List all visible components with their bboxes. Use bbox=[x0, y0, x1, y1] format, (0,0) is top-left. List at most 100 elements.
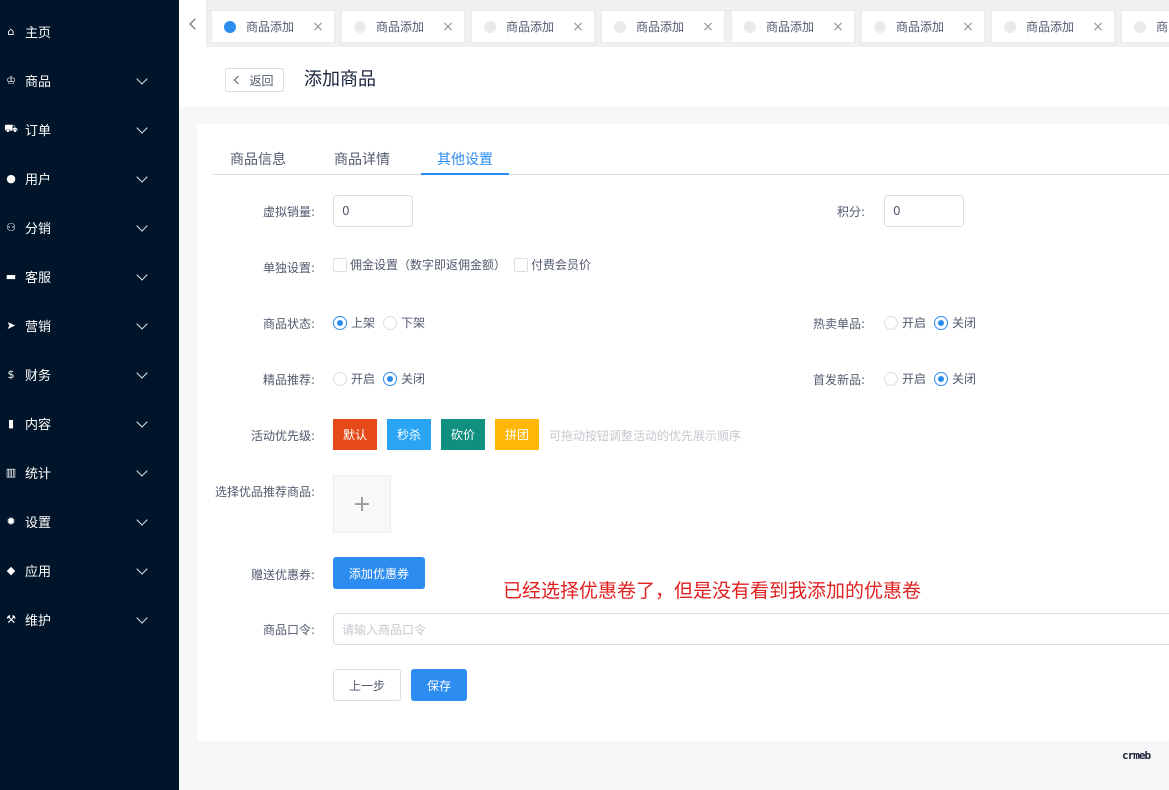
product-status-radio-group: 上架 下架 bbox=[333, 314, 433, 331]
chevron-left-icon bbox=[234, 75, 243, 85]
sidebar-item-7[interactable]: $ 财务 bbox=[0, 350, 179, 399]
tab-status-dot bbox=[484, 20, 496, 33]
wrench-icon: ⚒ bbox=[6, 613, 16, 626]
home-icon: ⌂ bbox=[7, 25, 15, 38]
hot-item-off-radio[interactable]: 关闭 bbox=[934, 314, 976, 331]
sidebar-item-12[interactable]: ⚒ 维护 bbox=[0, 595, 179, 644]
close-icon[interactable]: × bbox=[827, 19, 849, 35]
previous-step-button[interactable]: 上一步 bbox=[333, 669, 401, 701]
radio-circle bbox=[934, 315, 949, 330]
sidebar-item-label: 用户 bbox=[25, 173, 52, 188]
close-icon[interactable]: × bbox=[307, 19, 329, 35]
product-command-input[interactable]: 请输入商品口令 bbox=[333, 613, 1169, 645]
tab-label: 商品添加 bbox=[766, 20, 815, 34]
chevron-down-icon bbox=[136, 268, 148, 281]
sidebar-item-2[interactable]: ⛟ 订单 bbox=[0, 105, 179, 154]
recommend-goods-label: 选择优品推荐商品: bbox=[214, 485, 315, 499]
featured-off-radio[interactable]: 关闭 bbox=[383, 370, 425, 387]
commission-checkbox[interactable]: 佣金设置（数字即返佣金额） bbox=[333, 256, 506, 273]
sidebar-item-10[interactable]: ✹ 设置 bbox=[0, 497, 179, 546]
radio-circle bbox=[884, 315, 898, 330]
add-recommend-goods-button[interactable]: + bbox=[333, 475, 391, 533]
crmeb-logo: crmeb bbox=[1122, 749, 1151, 762]
status-on-shelf-radio[interactable]: 上架 bbox=[333, 314, 375, 331]
tab-status-dot bbox=[614, 20, 626, 33]
sidebar: ⌂ 主页 ♔ 商品 ⛟ 订单 ● 用户 ⚇ 分销 ▬ 客服 ➤ 营销 $ 财务 ▮ 内容 ▥ 统计 ✹ 设置 ◆ 应用 ⚒ 维护 bbox=[0, 0, 179, 790]
tab-bar: 商品添加×商品添加×商品添加×商品添加×商品添加×商品添加×商品添加×商品添加× bbox=[179, 0, 1169, 47]
sidebar-item-label: 分销 bbox=[25, 222, 52, 237]
hot-item-label: 热卖单品: bbox=[812, 317, 865, 331]
chevron-down-icon bbox=[136, 121, 148, 134]
sidebar-item-label: 应用 bbox=[25, 565, 52, 580]
priority-group-buy-button[interactable]: 拼团 bbox=[495, 419, 539, 450]
radio-label: 开启 bbox=[902, 316, 927, 330]
checkbox-box bbox=[514, 257, 528, 272]
save-button[interactable]: 保存 bbox=[411, 669, 467, 701]
back-button[interactable]: 返回 bbox=[225, 68, 284, 92]
user-annotation: 已经选择优惠卷了，但是没有看到我添加的优惠卷 bbox=[503, 580, 922, 602]
points-label: 积分: bbox=[836, 205, 865, 219]
status-off-shelf-radio[interactable]: 下架 bbox=[383, 314, 425, 331]
points-input[interactable]: 0 bbox=[884, 195, 964, 227]
product-command-label: 商品口令: bbox=[262, 623, 315, 637]
close-icon[interactable]: × bbox=[567, 19, 589, 35]
tab-status-dot bbox=[1134, 20, 1146, 33]
featured-label: 精品推荐: bbox=[262, 373, 315, 387]
page-tab-2[interactable]: 商品添加 × bbox=[471, 10, 595, 43]
page-tab-6[interactable]: 商品添加 × bbox=[991, 10, 1115, 43]
sidebar-item-9[interactable]: ▥ 统计 bbox=[0, 448, 179, 497]
close-icon[interactable]: × bbox=[697, 19, 719, 35]
sidebar-item-3[interactable]: ● 用户 bbox=[0, 154, 179, 203]
tab-status-dot bbox=[744, 20, 756, 33]
page-tab-7[interactable]: 商品添加× bbox=[1121, 10, 1169, 43]
priority-default-button[interactable]: 默认 bbox=[333, 419, 377, 450]
radio-label: 下架 bbox=[401, 316, 426, 330]
back-button-label: 返回 bbox=[249, 73, 274, 88]
close-icon[interactable]: × bbox=[437, 19, 459, 35]
sidebar-item-label: 营销 bbox=[25, 320, 52, 335]
page-tab-4[interactable]: 商品添加 × bbox=[731, 10, 855, 43]
cube-icon: ◆ bbox=[6, 564, 16, 577]
close-icon[interactable]: × bbox=[1087, 19, 1109, 35]
virtual-sales-input[interactable]: 0 bbox=[333, 195, 413, 227]
tab-product-details[interactable]: 商品详情 bbox=[333, 144, 391, 175]
tab-other-settings[interactable]: 其他设置 bbox=[421, 144, 509, 175]
sidebar-item-6[interactable]: ➤ 营销 bbox=[0, 301, 179, 350]
close-icon[interactable]: × bbox=[957, 19, 979, 35]
new-item-on-radio[interactable]: 开启 bbox=[884, 370, 926, 387]
sidebar-item-8[interactable]: ▮ 内容 bbox=[0, 399, 179, 448]
page-tab-3[interactable]: 商品添加 × bbox=[601, 10, 725, 43]
tab-label: 商品添加 bbox=[376, 20, 425, 34]
priority-bargain-button[interactable]: 砍价 bbox=[441, 419, 485, 450]
sidebar-item-1[interactable]: ♔ 商品 bbox=[0, 56, 179, 105]
page-title: 添加商品 bbox=[304, 69, 376, 90]
sidebar-item-label: 设置 bbox=[25, 516, 52, 531]
sidebar-item-label: 主页 bbox=[25, 26, 52, 41]
tab-scroll-left-button[interactable] bbox=[179, 0, 207, 47]
dollar-icon: $ bbox=[7, 368, 15, 381]
hot-item-on-radio[interactable]: 开启 bbox=[884, 314, 926, 331]
radio-circle bbox=[333, 371, 347, 386]
tab-product-info[interactable]: 商品信息 bbox=[229, 144, 287, 175]
sidebar-item-5[interactable]: ▬ 客服 bbox=[0, 252, 179, 301]
new-item-label: 首发新品: bbox=[812, 373, 865, 387]
member-price-checkbox[interactable]: 付费会员价 bbox=[514, 256, 591, 273]
basket-icon: ♔ bbox=[6, 74, 16, 87]
user-icon: ● bbox=[6, 172, 16, 185]
sidebar-item-11[interactable]: ◆ 应用 bbox=[0, 546, 179, 595]
page-header: 返回 添加商品 bbox=[179, 47, 1169, 107]
chevron-down-icon bbox=[136, 72, 148, 85]
gear-icon: ✹ bbox=[6, 515, 16, 528]
sidebar-item-4[interactable]: ⚇ 分销 bbox=[0, 203, 179, 252]
page-tab-0[interactable]: 商品添加 × bbox=[211, 10, 335, 43]
sidebar-item-0[interactable]: ⌂ 主页 bbox=[0, 7, 179, 56]
page-tab-5[interactable]: 商品添加 × bbox=[861, 10, 985, 43]
page-tab-1[interactable]: 商品添加 × bbox=[341, 10, 465, 43]
add-coupon-button[interactable]: 添加优惠券 bbox=[333, 557, 425, 589]
radio-circle bbox=[884, 371, 898, 386]
featured-on-radio[interactable]: 开启 bbox=[333, 370, 375, 387]
radio-circle bbox=[383, 315, 398, 330]
priority-seckill-button[interactable]: 秒杀 bbox=[387, 419, 431, 450]
hot-item-radio-group: 开启 关闭 bbox=[884, 314, 984, 331]
new-item-off-radio[interactable]: 关闭 bbox=[934, 370, 976, 387]
